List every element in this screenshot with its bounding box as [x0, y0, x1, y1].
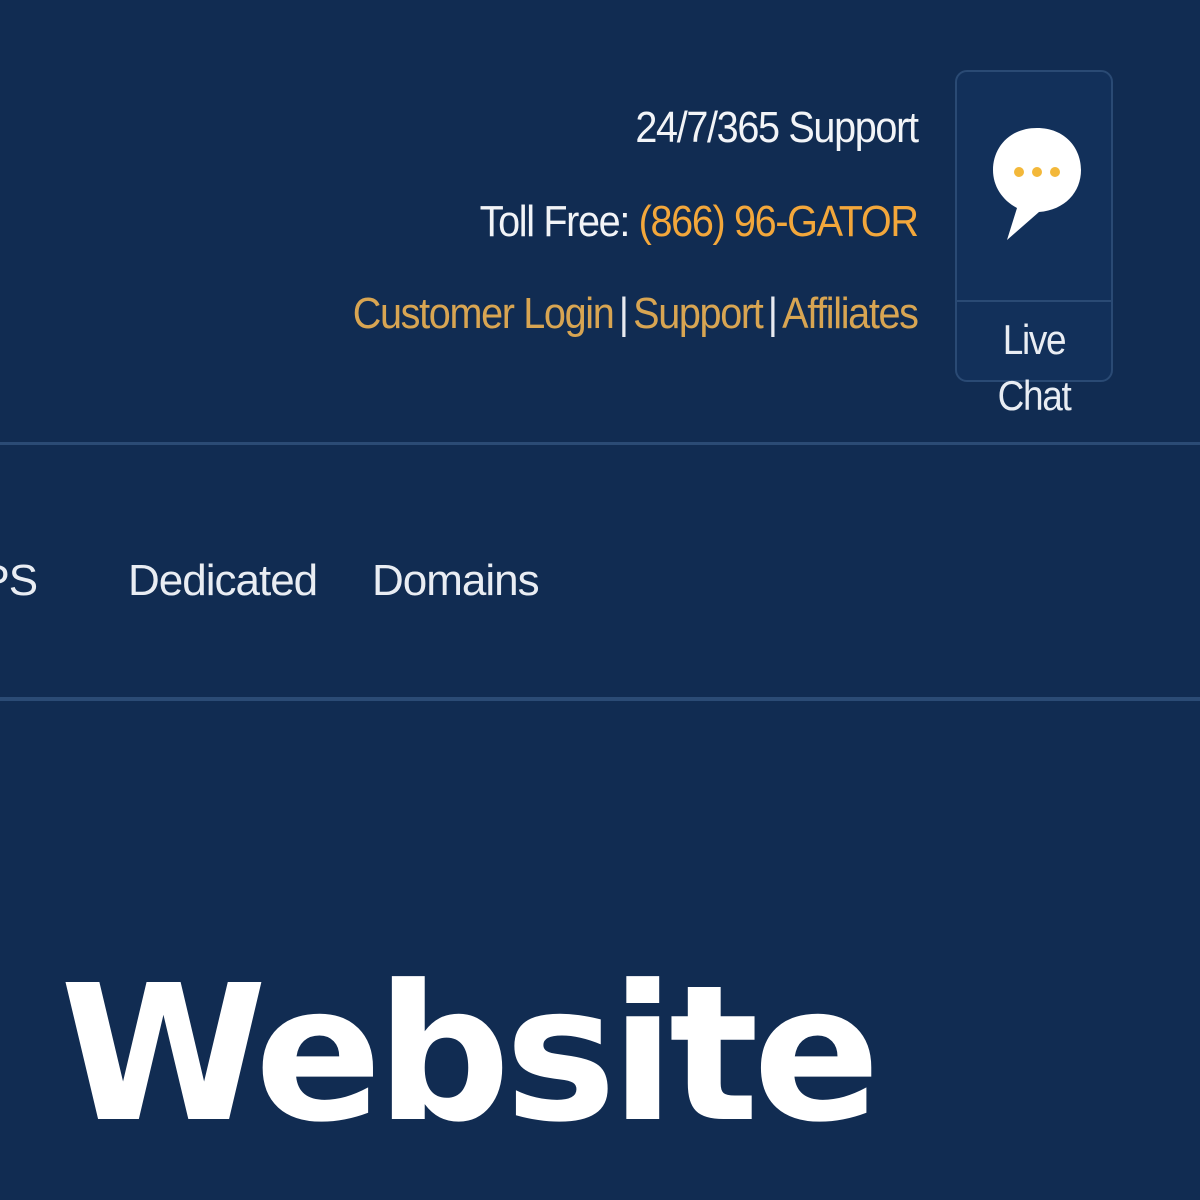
chat-divider: [957, 300, 1111, 302]
nav-item-dedicated[interactable]: Dedicated: [128, 553, 318, 609]
link-separator: |: [619, 289, 629, 338]
customer-login-link[interactable]: Customer Login: [353, 289, 615, 338]
nav-item-vps[interactable]: VPS: [0, 553, 38, 609]
chat-bubble-icon: [993, 128, 1081, 240]
link-separator: |: [768, 289, 778, 338]
live-chat-button[interactable]: Live Chat: [955, 70, 1113, 419]
live-chat-label: Live Chat: [997, 316, 1072, 419]
affiliates-link[interactable]: Affiliates: [783, 289, 920, 338]
nav-item-domains[interactable]: Domains: [372, 553, 540, 609]
phone-number-link[interactable]: (866) 96-GATOR: [639, 197, 919, 246]
header-links: Customer Login | Support | Affiliates: [353, 289, 920, 338]
toll-free-label: Toll Free:: [480, 197, 640, 246]
hero-title: l Website: [0, 945, 880, 1164]
toll-free-line: Toll Free: (866) 96-GATOR: [353, 197, 919, 246]
support-link[interactable]: Support: [634, 289, 765, 338]
top-header: 24/7/365 Support Toll Free: (866) 96-GAT…: [0, 0, 1200, 443]
nav-divider: [0, 697, 1200, 701]
header-divider: [0, 442, 1200, 445]
support-info: 24/7/365 Support Toll Free: (866) 96-GAT…: [290, 103, 920, 338]
support-hours: 24/7/365 Support: [635, 103, 920, 152]
